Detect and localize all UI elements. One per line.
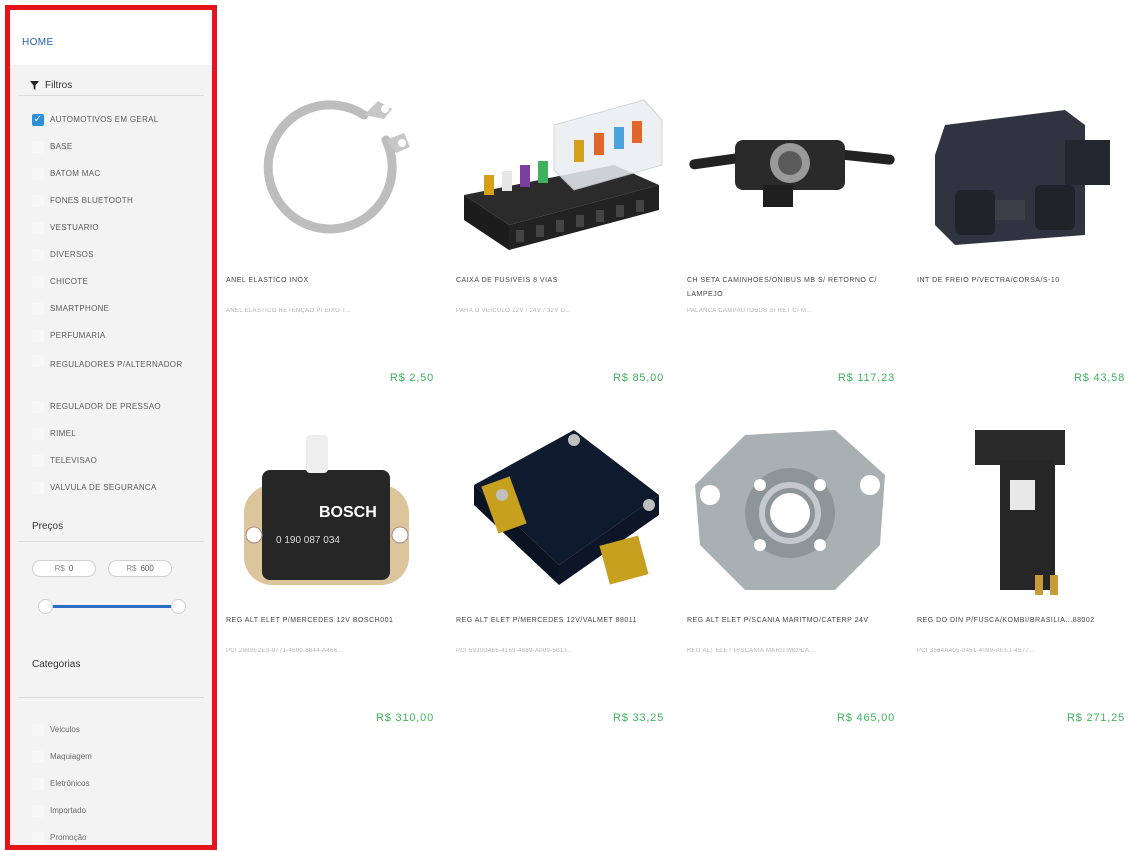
- checkbox[interactable]: [32, 140, 44, 153]
- checkbox[interactable]: [32, 302, 44, 315]
- filters-header: Filtros: [10, 65, 212, 95]
- checkbox[interactable]: [32, 400, 44, 413]
- product-description: PCI 3564A405-0451-4099-AEE1-4577...: [917, 648, 1035, 654]
- categories-title: Categorias: [32, 659, 81, 670]
- checkbox[interactable]: [32, 194, 44, 207]
- filter-item-regulador-pressao[interactable]: REGULADOR DE PRESSAO: [10, 393, 212, 420]
- svg-text:0 190 087 034: 0 190 087 034: [276, 535, 340, 546]
- product-name[interactable]: REG ALT ELET P/MERCEDES 12V BOSCH001: [226, 614, 431, 628]
- price-slider[interactable]: [38, 597, 186, 617]
- product-description: PARA O VEICULO 12V / 24V / 32V D...: [456, 308, 572, 314]
- product-price: R$ 85,00: [612, 372, 664, 384]
- product-price: R$ 117,23: [837, 372, 895, 384]
- product-price: R$ 2,50: [389, 372, 434, 384]
- price-range-inputs: R$ 0 R$ 600: [10, 542, 212, 577]
- checkbox[interactable]: [32, 221, 44, 234]
- product-description: REG ALT ELET P/SCANIA MARITIMO/CA...: [687, 648, 816, 654]
- regulator-relay-icon[interactable]: [915, 420, 1129, 600]
- brake-switch-icon[interactable]: [915, 80, 1129, 260]
- product-name[interactable]: REG ALT ELET P/SCANIA MARITMO/CATERP 24V: [687, 614, 892, 628]
- filter-item-diversos[interactable]: DIVERSOS: [10, 241, 212, 268]
- product-card[interactable]: BOSCH 0 190 087 034 REG ALT ELET P/MERCE…: [224, 420, 438, 750]
- filter-item-valvula[interactable]: VALVULA DE SEGURANCA: [10, 474, 212, 501]
- checkbox[interactable]: [32, 427, 44, 440]
- product-price: R$ 33,25: [612, 712, 664, 724]
- checkbox[interactable]: [32, 804, 44, 817]
- product-price: R$ 310,00: [376, 712, 434, 724]
- voltage-regulator-icon[interactable]: BOSCH 0 190 087 034: [224, 420, 438, 600]
- product-card[interactable]: INT DE FREIO P/VECTRA/CORSA/S-10 R$ 43,5…: [915, 80, 1129, 410]
- fuse-box-icon[interactable]: [454, 80, 668, 260]
- checkbox[interactable]: [32, 777, 44, 790]
- filter-item-rimel[interactable]: RIMEL: [10, 420, 212, 447]
- product-card[interactable]: REG DO DIN P/FUSCA/KOMBI/BRASILIA...8800…: [915, 420, 1129, 750]
- category-list: Veiculos Maquiagem Eletrônicos Importado…: [10, 698, 212, 845]
- category-item-veiculos[interactable]: Veiculos: [10, 716, 212, 743]
- product-name[interactable]: REG ALT ELET P/MERCEDES 12V/VALMET 88011: [456, 614, 661, 628]
- filter-sidebar: HOME Filtros ✓ AUTOMOTIVOS EM GERAL BASE …: [5, 5, 217, 850]
- product-price: R$ 43,58: [1073, 372, 1125, 384]
- prices-header: Preços: [10, 501, 212, 541]
- filter-item-televisao[interactable]: TELEVISAO: [10, 447, 212, 474]
- product-name[interactable]: CAIXA DE FUSIVEIS 8 VIAS: [456, 274, 661, 288]
- product-description: PCI 5930D465-4169-4889-A009-5013...: [456, 648, 573, 654]
- filter-item-automotivos[interactable]: ✓ AUTOMOTIVOS EM GERAL: [10, 106, 212, 133]
- product-name[interactable]: INT DE FREIO P/VECTRA/CORSA/S-10: [917, 274, 1122, 288]
- retaining-ring-icon[interactable]: [224, 80, 438, 260]
- category-item-promocao[interactable]: Promoção: [10, 824, 212, 845]
- checkbox-checked[interactable]: ✓: [32, 113, 44, 126]
- checkbox[interactable]: [32, 481, 44, 494]
- checkbox[interactable]: [32, 750, 44, 763]
- category-item-eletronicos[interactable]: Eletrônicos: [10, 770, 212, 797]
- slider-max-handle[interactable]: [171, 599, 186, 614]
- slider-min-handle[interactable]: [38, 599, 53, 614]
- funnel-icon: [30, 80, 39, 90]
- category-item-maquiagem[interactable]: Maquiagem: [10, 743, 212, 770]
- filter-item-batom-mac[interactable]: BATOM MAC: [10, 160, 212, 187]
- categories-header: Categorias: [10, 617, 212, 697]
- checkbox[interactable]: [32, 831, 44, 844]
- filters-title: Filtros: [45, 79, 73, 91]
- product-description: ANEL ELASTICO RETENÇÃO P/ EIXO T...: [226, 308, 352, 314]
- filter-item-base[interactable]: BASE: [10, 133, 212, 160]
- voltage-regulator-icon[interactable]: [454, 420, 668, 600]
- checkbox[interactable]: [32, 248, 44, 261]
- max-price-input[interactable]: R$ 600: [108, 560, 172, 577]
- product-card[interactable]: CH SETA CAMINHOES/ONIBUS MB S/ RETORNO C…: [685, 80, 899, 410]
- turn-signal-switch-icon[interactable]: [685, 80, 899, 260]
- min-price-input[interactable]: R$ 0: [32, 560, 96, 577]
- filter-item-reguladores[interactable]: REGULADORES P/ALTERNADOR: [10, 349, 212, 393]
- product-card[interactable]: REG ALT ELET P/MERCEDES 12V/VALMET 88011…: [454, 420, 668, 750]
- checkbox[interactable]: [32, 329, 44, 342]
- home-bar: HOME: [10, 10, 212, 65]
- product-card[interactable]: CAIXA DE FUSIVEIS 8 VIAS PARA O VEICULO …: [454, 80, 668, 410]
- slider-track: [44, 605, 180, 608]
- filter-item-perfumaria[interactable]: PERFUMARIA: [10, 322, 212, 349]
- filter-item-vestuario[interactable]: VESTUARIO: [10, 214, 212, 241]
- product-price: R$ 465,00: [837, 712, 895, 724]
- product-description: PCI 2989E2E3-9771-4600-8844-A466...: [226, 648, 344, 654]
- checkbox[interactable]: [32, 723, 44, 736]
- checkbox[interactable]: [32, 275, 44, 288]
- product-price: R$ 271,25: [1067, 712, 1125, 724]
- filter-item-fones-bluetooth[interactable]: FONES BLUETOOTH: [10, 187, 212, 214]
- category-item-importado[interactable]: Importado: [10, 797, 212, 824]
- product-card[interactable]: REG ALT ELET P/SCANIA MARITMO/CATERP 24V…: [685, 420, 899, 750]
- product-description: PALANCA CAMI/AUTOBUS S/ RET C/ M...: [687, 308, 813, 314]
- product-name[interactable]: ANEL ELASTICO INOX: [226, 274, 431, 288]
- prices-title: Preços: [32, 521, 64, 532]
- filter-list: ✓ AUTOMOTIVOS EM GERAL BASE BATOM MAC FON…: [10, 96, 212, 501]
- product-name[interactable]: CH SETA CAMINHOES/ONIBUS MB S/ RETORNO C…: [687, 274, 892, 302]
- checkbox[interactable]: [32, 454, 44, 467]
- filter-item-chicote[interactable]: CHICOTE: [10, 268, 212, 295]
- svg-text:BOSCH: BOSCH: [319, 504, 377, 521]
- checkbox[interactable]: [32, 167, 44, 180]
- checkbox[interactable]: [32, 355, 44, 367]
- product-name[interactable]: REG DO DIN P/FUSCA/KOMBI/BRASILIA...8800…: [917, 614, 1122, 628]
- filter-item-smartphone[interactable]: SMARTPHONE: [10, 295, 212, 322]
- product-card[interactable]: ANEL ELASTICO INOX ANEL ELASTICO RETENÇÃ…: [224, 80, 438, 410]
- home-link[interactable]: HOME: [22, 37, 54, 48]
- alternator-housing-icon[interactable]: [685, 420, 899, 600]
